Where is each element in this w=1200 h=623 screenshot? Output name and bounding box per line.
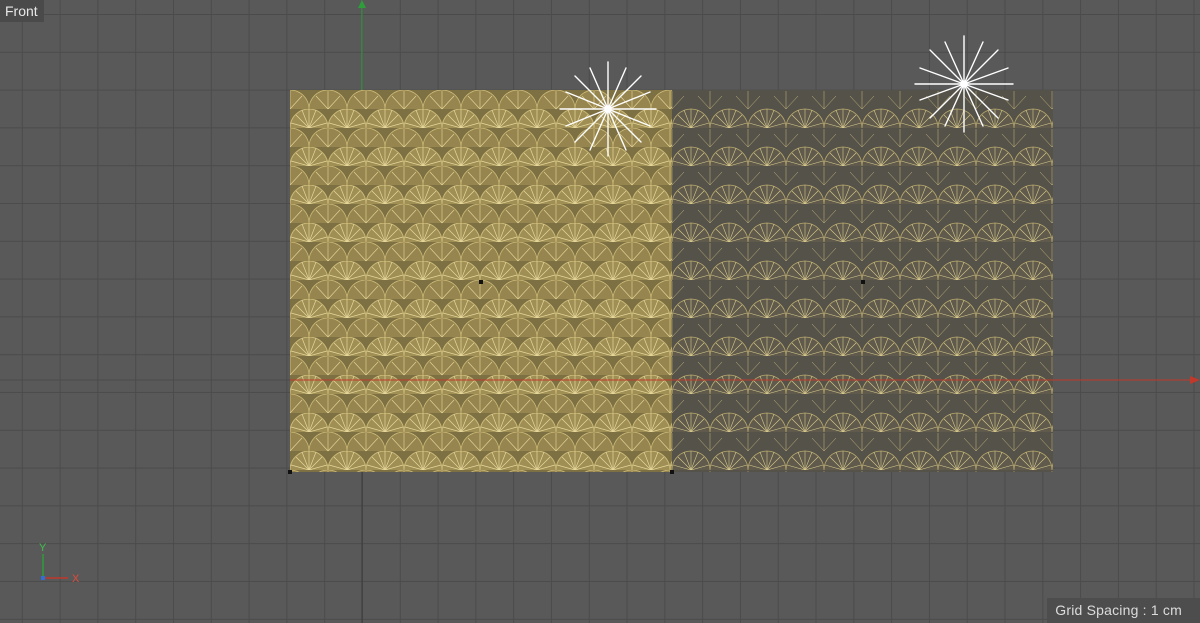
light-right[interactable] [914,35,1014,133]
gizmo-x-label: X [72,573,80,585]
viewport-canvas[interactable]: Y X [0,0,1200,623]
plane-corner-handle[interactable] [670,470,674,474]
plane-center-handle[interactable] [479,280,483,284]
x-axis-arrow-icon [1190,376,1200,384]
front-viewport[interactable]: Y X Front Grid Spacing : 1 cm [0,0,1200,623]
gizmo-y-label: Y [39,542,47,554]
viewport-name-label[interactable]: Front [0,0,44,22]
grid-spacing-indicator: Grid Spacing : 1 cm [1047,598,1200,623]
plane-center-handle[interactable] [861,280,865,284]
y-axis-arrow-icon [358,0,366,8]
light-left[interactable] [559,61,657,157]
plane-corner-handle[interactable] [288,470,292,474]
axis-gizmo: Y X [39,542,80,585]
